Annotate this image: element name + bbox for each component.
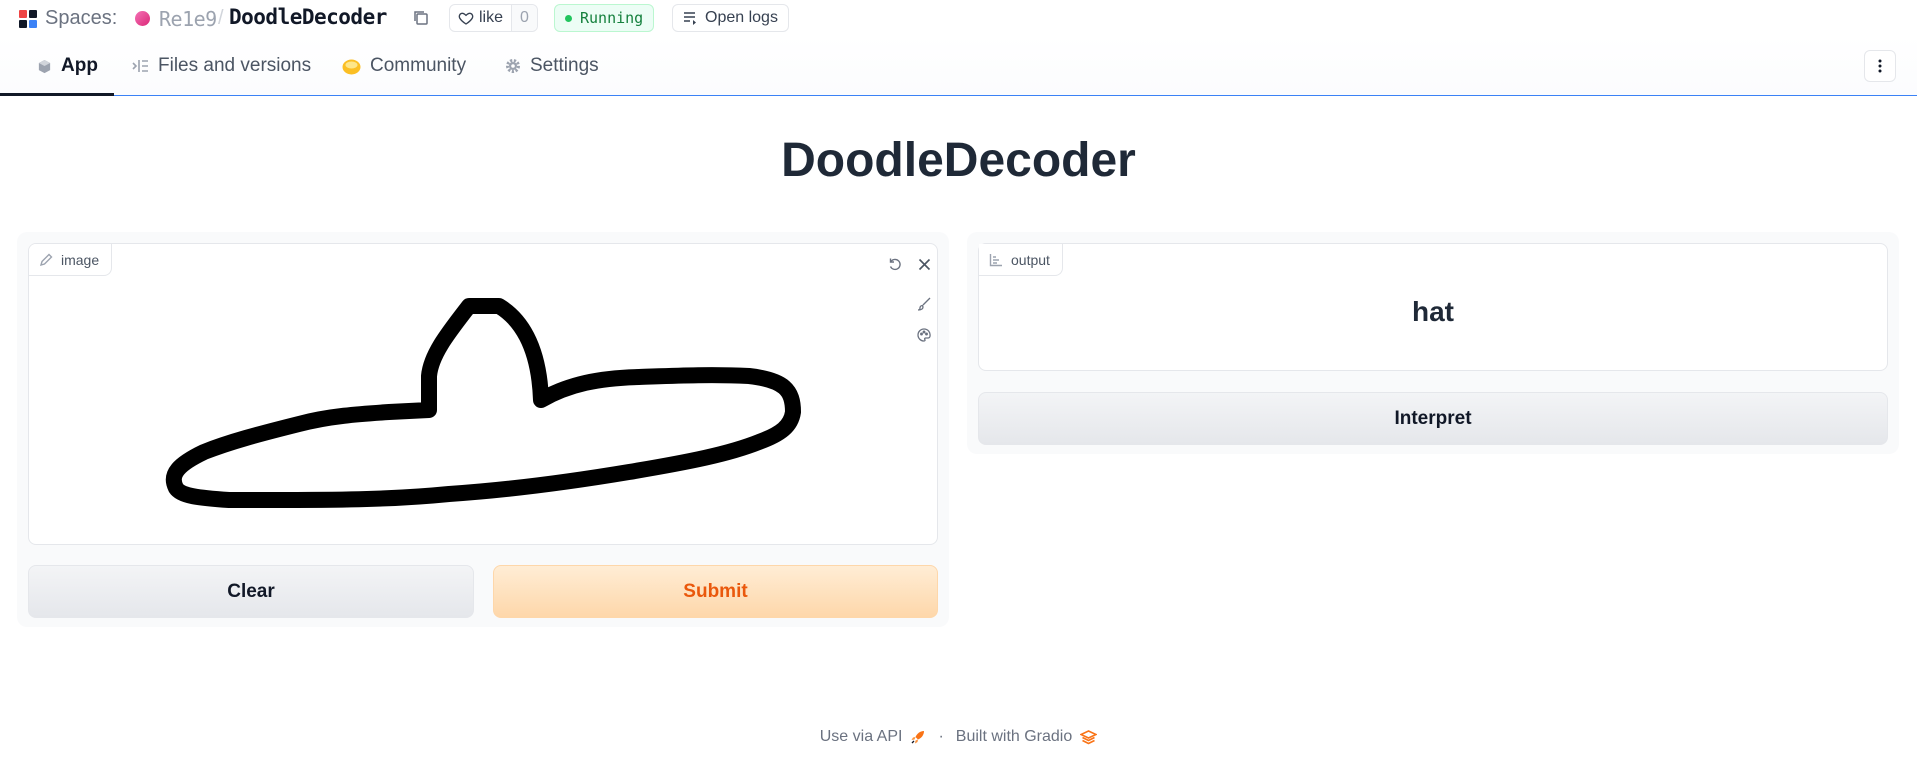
brush-tool-button[interactable] <box>913 293 935 315</box>
brush-icon <box>917 297 931 311</box>
chart-icon <box>989 253 1002 266</box>
cube-icon <box>38 59 51 73</box>
owner-avatar[interactable] <box>135 11 150 26</box>
output-box: output hat <box>978 243 1888 371</box>
color-picker-button[interactable] <box>913 324 935 346</box>
submit-button[interactable]: Submit <box>493 565 938 618</box>
interpret-button[interactable]: Interpret <box>978 392 1888 445</box>
files-icon <box>132 60 148 72</box>
space-tabs: App Files and versions Community Setting… <box>0 36 1917 96</box>
open-logs-label: Open logs <box>705 9 778 26</box>
space-name-link[interactable]: DoodleDecoder <box>229 5 387 29</box>
clear-canvas-button[interactable] <box>913 253 935 275</box>
spaces-link[interactable]: Spaces: <box>45 7 117 30</box>
palette-icon <box>917 328 931 342</box>
like-button[interactable]: like 0 <box>449 4 538 32</box>
undo-icon <box>889 258 901 271</box>
input-panel: image Clear Submit <box>17 232 949 627</box>
output-label: output <box>979 244 1063 276</box>
page-title: DoodleDecoder <box>781 134 1136 187</box>
open-logs-button[interactable]: Open logs <box>672 4 789 32</box>
status-dot-icon <box>565 14 572 22</box>
logs-icon <box>684 12 696 25</box>
tab-settings-label: Settings <box>530 55 599 76</box>
doodle-drawing[interactable] <box>29 244 938 545</box>
clear-button[interactable]: Clear <box>28 565 474 618</box>
spaces-logo-icon[interactable] <box>19 10 37 28</box>
image-input-label: image <box>29 244 113 276</box>
path-separator: / <box>218 7 224 29</box>
status-badge[interactable]: Running <box>554 4 655 32</box>
heart-icon <box>458 12 474 25</box>
use-via-api-link[interactable]: Use via API <box>820 728 927 746</box>
owner-link[interactable]: Re1e9 <box>159 7 217 31</box>
gear-icon <box>506 59 520 73</box>
like-count[interactable]: 0 <box>511 5 537 31</box>
undo-button[interactable] <box>884 253 906 275</box>
copy-icon[interactable] <box>411 8 431 28</box>
space-header: Spaces: Re1e9 / DoodleDecoder like 0 Run… <box>0 0 1917 36</box>
built-with-gradio-link[interactable]: Built with Gradio <box>956 728 1098 746</box>
tab-settings[interactable]: Settings <box>505 36 599 96</box>
vertical-dots-icon <box>1878 59 1882 73</box>
close-icon <box>918 258 930 270</box>
tab-files-and-versions[interactable]: Files and versions <box>132 36 311 96</box>
pencil-icon <box>39 253 53 266</box>
footer: Use via API · Built with Gradio <box>0 728 1917 746</box>
tab-app[interactable]: App <box>37 36 98 96</box>
status-text: Running <box>580 9 644 27</box>
sketch-canvas[interactable]: image <box>28 243 938 545</box>
prediction-value: hat <box>1412 296 1454 327</box>
rocket-icon <box>911 731 925 744</box>
tab-files-label: Files and versions <box>158 55 312 76</box>
footer-separator: · <box>938 728 944 745</box>
gradio-logo-icon <box>1080 729 1098 744</box>
use-via-api-label: Use via API <box>819 728 903 745</box>
tab-app-label: App <box>61 55 98 76</box>
image-label-text: image <box>61 251 100 268</box>
active-tab-indicator <box>0 93 114 96</box>
more-options-button[interactable] <box>1864 50 1896 82</box>
built-with-gradio-label: Built with Gradio <box>955 728 1073 745</box>
like-label: like <box>479 9 504 26</box>
tab-community-label: Community <box>370 55 467 76</box>
output-panel: output hat Interpret <box>967 232 1899 454</box>
community-icon <box>342 59 361 74</box>
tab-community[interactable]: Community <box>342 36 466 96</box>
output-label-text: output <box>1011 251 1050 268</box>
